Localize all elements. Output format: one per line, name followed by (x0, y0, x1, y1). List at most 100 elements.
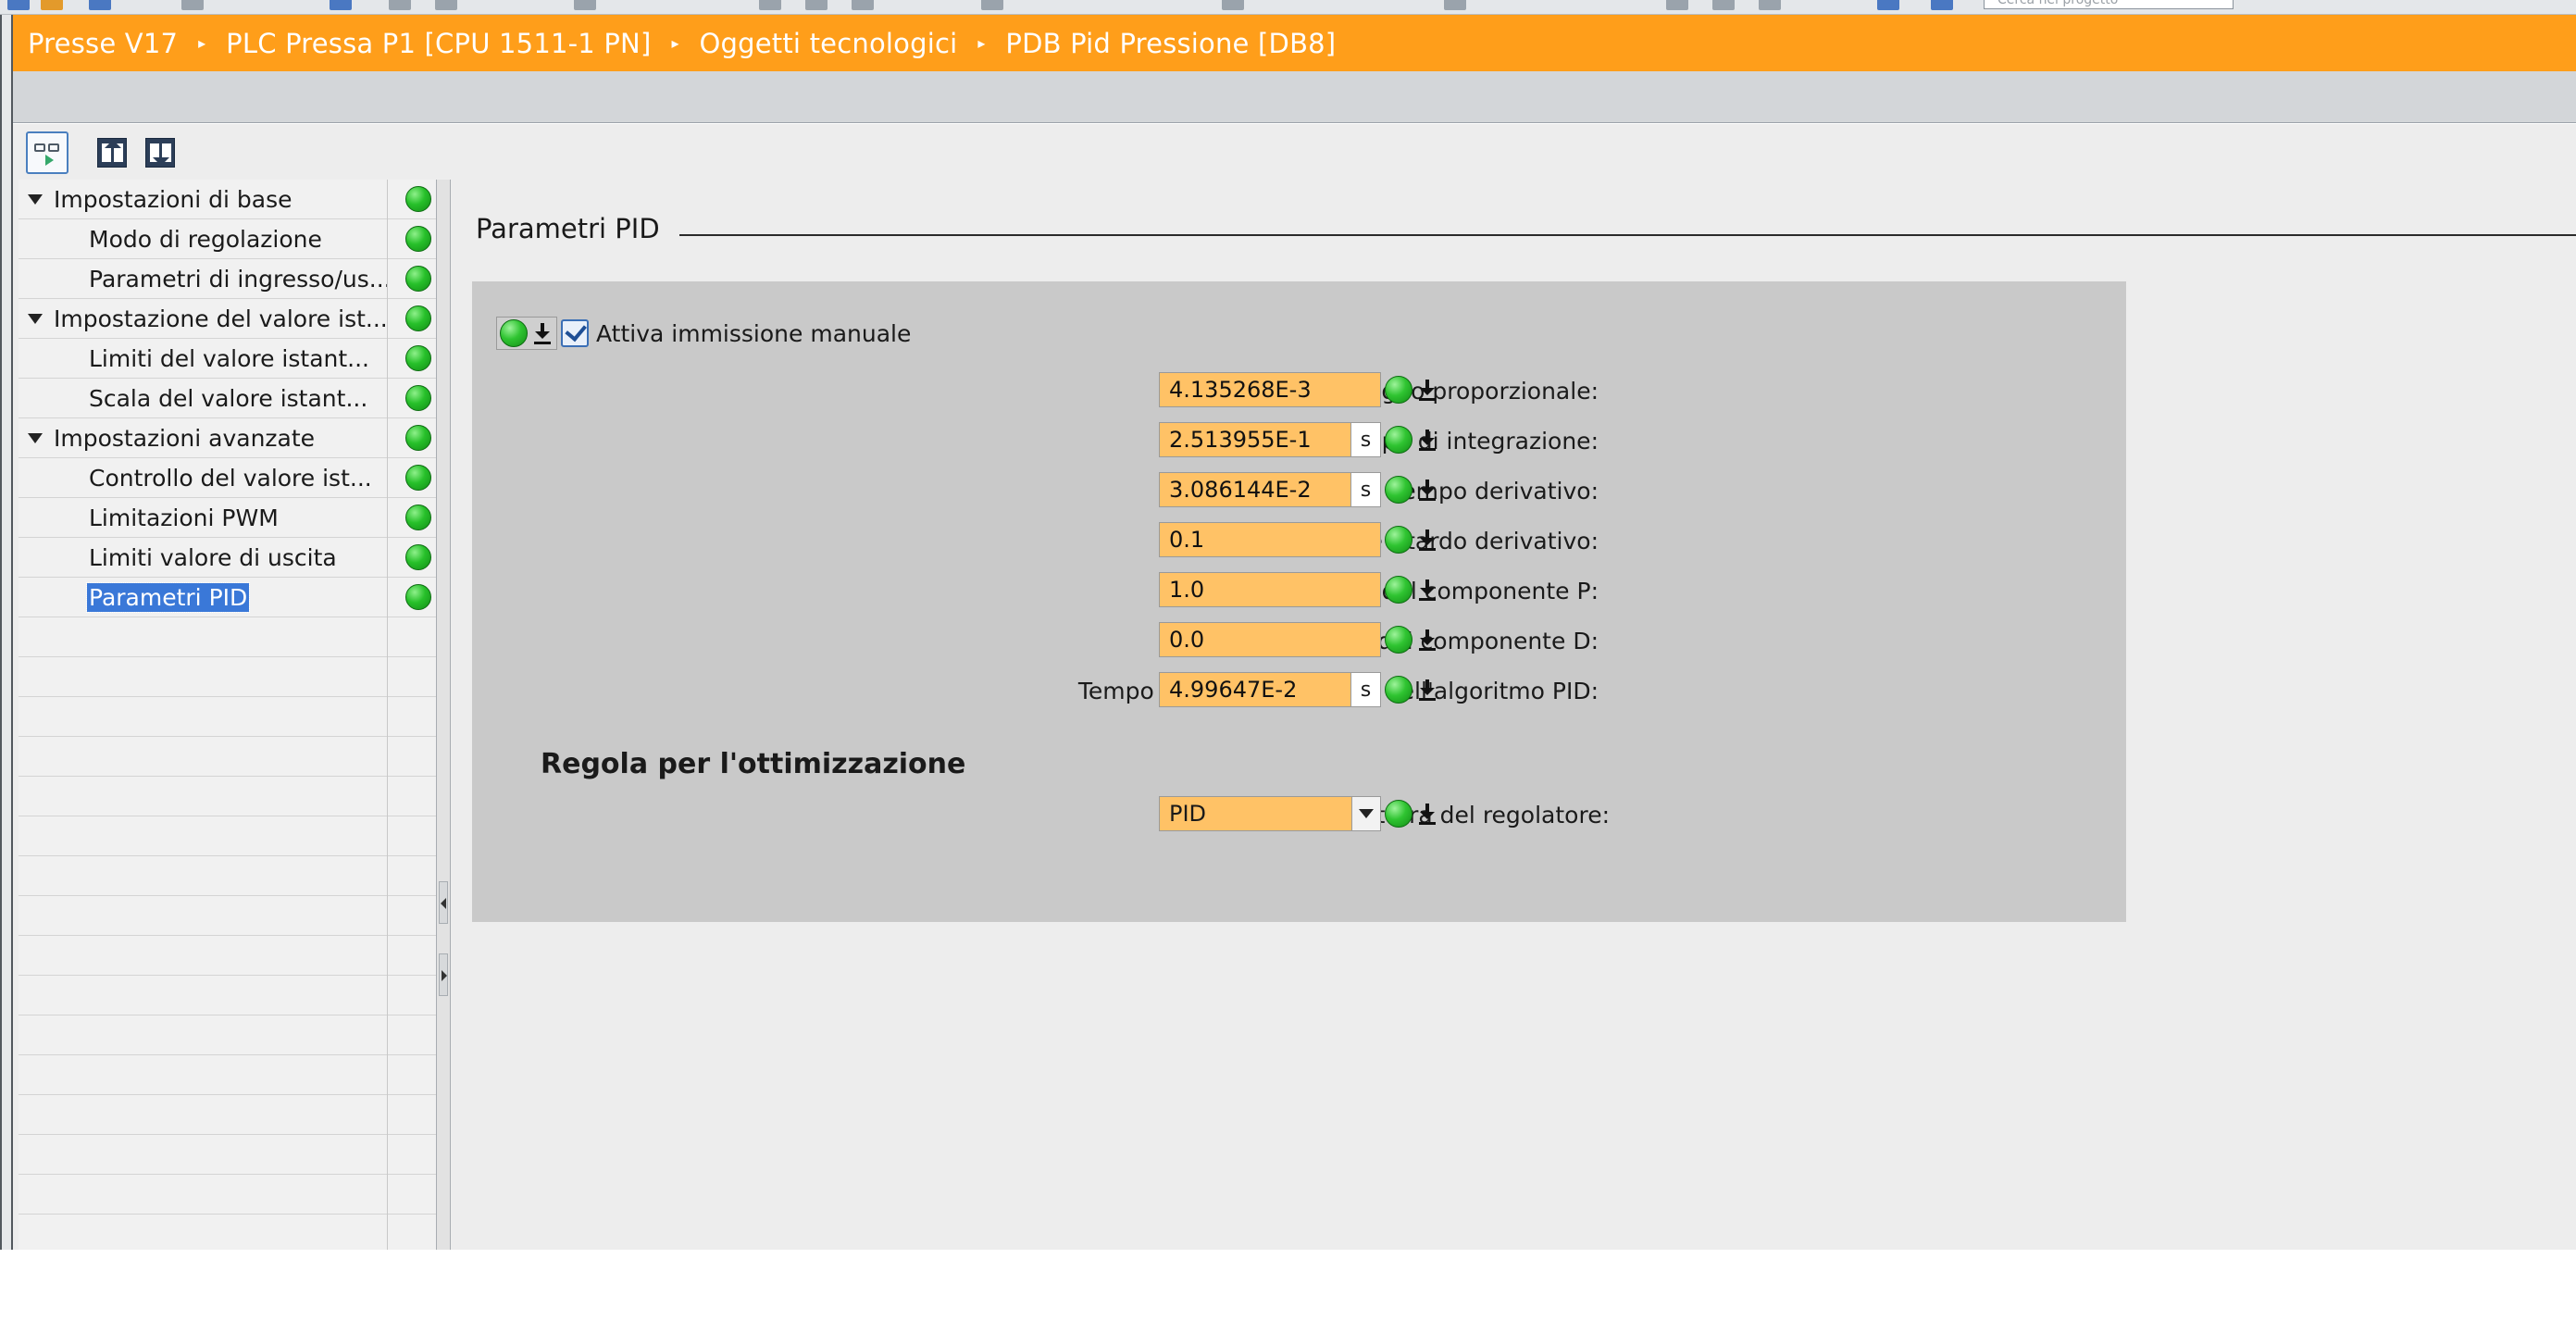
chevron-right-icon (442, 970, 447, 981)
breadcrumb-project[interactable]: Presse V17 (28, 28, 178, 59)
tree-item-label: Modo di regolazione (89, 225, 322, 253)
toolbar-icon[interactable] (7, 0, 30, 10)
toolbar-icon[interactable] (1931, 0, 1953, 10)
toolbar-icon[interactable] (181, 0, 204, 10)
download-arrow-icon[interactable] (1416, 800, 1438, 828)
status-ok-icon (405, 584, 431, 610)
tree-item-basic-settings[interactable]: Impostazioni di base (19, 180, 387, 218)
toolbar-icon[interactable] (805, 0, 828, 10)
toolbar-icon[interactable] (1666, 0, 1688, 10)
upload-snapshot-button[interactable] (91, 131, 133, 174)
search-placeholder: Cerca nel progetto (1997, 0, 2119, 7)
download-icon (145, 138, 175, 168)
breadcrumb-plc[interactable]: PLC Pressa P1 [CPU 1511-1 PN] (226, 28, 651, 59)
tree-item-advanced-settings[interactable]: Impostazioni avanzate (19, 418, 387, 457)
param-status-group (1385, 476, 1438, 504)
integration-time-input[interactable]: 2.513955E-1 (1159, 422, 1351, 457)
navigation-tree: Impostazioni di base Modo di regolazione… (19, 180, 436, 1250)
sampling-time-input[interactable]: 4.99647E-2 (1159, 672, 1351, 707)
tree-item-label: Limiti del valore istant... (89, 344, 370, 372)
param-status-group (1385, 376, 1438, 404)
toolbar-icon[interactable] (435, 0, 457, 10)
download-arrow-icon[interactable] (531, 319, 554, 347)
expand-right-button[interactable] (439, 953, 448, 996)
toolbar-icon[interactable] (1759, 0, 1781, 10)
tree-item-process-value-monitoring[interactable]: Controllo del valore ist... (19, 458, 387, 497)
param-status-group (1385, 800, 1438, 828)
tree-item-pid-parameters[interactable]: Parametri PID (19, 578, 387, 617)
toolbar-icon[interactable] (389, 0, 411, 10)
toolbar-icon[interactable] (1877, 0, 1899, 10)
manual-entry-row: Attiva immissione manuale (554, 319, 911, 347)
breadcrumb-separator-icon: ▸ (671, 34, 679, 52)
toolbar-icon[interactable] (759, 0, 781, 10)
status-ok-icon (405, 266, 431, 292)
functional-view-icon (32, 140, 62, 166)
expand-arrow-icon[interactable] (28, 432, 43, 443)
status-ok-icon (405, 465, 431, 491)
derivative-time-input[interactable]: 3.086144E-2 (1159, 472, 1351, 507)
controller-structure-dropdown-button[interactable] (1351, 796, 1381, 831)
download-arrow-icon[interactable] (1416, 476, 1438, 504)
download-arrow-icon[interactable] (1416, 526, 1438, 554)
tree-item-process-value-scaling[interactable]: Scala del valore istant... (19, 379, 387, 417)
status-ok-icon (1385, 376, 1412, 404)
toolbar-icon[interactable] (1222, 0, 1244, 10)
unit-label: s (1351, 672, 1381, 707)
toolbar-icon[interactable] (852, 0, 874, 10)
status-ok-icon (1385, 676, 1412, 704)
toolbar-icon[interactable] (41, 0, 63, 10)
controller-structure-select[interactable]: PID (1159, 796, 1359, 831)
derivative-delay-coefficient-input[interactable]: 0.1 (1159, 522, 1381, 557)
expand-arrow-icon[interactable] (28, 193, 43, 205)
breadcrumb-separator-icon: ▸ (198, 34, 206, 52)
manual-entry-status-group (496, 317, 557, 350)
toolbar-icon[interactable] (981, 0, 1003, 10)
tree-item-control-mode[interactable]: Modo di regolazione (19, 219, 387, 258)
toolbar-icon[interactable] (1444, 0, 1466, 10)
manual-entry-checkbox[interactable] (561, 319, 589, 347)
tree-item-pwm-limits[interactable]: Limitazioni PWM (19, 498, 387, 537)
tree-item-label: Limitazioni PWM (89, 504, 279, 531)
toolbar-icon[interactable] (1712, 0, 1735, 10)
section-divider (679, 234, 2576, 236)
status-ok-icon (405, 385, 431, 411)
status-ok-icon (500, 319, 528, 347)
tree-item-process-value-limits[interactable]: Limiti del valore istant... (19, 339, 387, 378)
d-weighting-input[interactable]: 0.0 (1159, 622, 1381, 657)
tree-item-io-parameters[interactable]: Parametri di ingresso/us... (19, 259, 387, 298)
pid-parameters-panel: Attiva immissione manuale Guadagno propo… (472, 281, 2126, 922)
tree-item-label: Parametri di ingresso/us... (89, 265, 387, 293)
download-arrow-icon[interactable] (1416, 626, 1438, 654)
toolbar-icon[interactable] (330, 0, 352, 10)
functional-view-button[interactable] (26, 131, 68, 174)
tree-item-output-value-limits[interactable]: Limiti valore di uscita (19, 538, 387, 577)
download-arrow-icon[interactable] (1416, 426, 1438, 454)
section-title: Parametri PID (476, 213, 678, 244)
main-toolbar: Cerca nel progetto (0, 0, 2576, 15)
status-ok-icon (1385, 476, 1412, 504)
tree-item-process-value-settings[interactable]: Impostazione del valore ist... (19, 299, 387, 338)
tuning-rule-title: Regola per l'ottimizzazione (541, 748, 966, 780)
download-arrow-icon[interactable] (1416, 676, 1438, 704)
tree-item-label: Limiti valore di uscita (89, 543, 337, 571)
breadcrumb-technology-objects[interactable]: Oggetti tecnologici (700, 28, 958, 59)
editor-content: Impostazioni di base Modo di regolazione… (13, 124, 2576, 1250)
toolbar-icon[interactable] (574, 0, 596, 10)
download-arrow-icon[interactable] (1416, 376, 1438, 404)
panel-splitter[interactable] (436, 180, 451, 1250)
download-arrow-icon[interactable] (1416, 576, 1438, 604)
tree-item-label: Impostazione del valore ist... (54, 305, 387, 332)
collapse-left-button[interactable] (439, 881, 448, 924)
tree-item-label: Scala del valore istant... (89, 384, 368, 412)
breadcrumb-separator-icon: ▸ (977, 34, 986, 52)
project-search-input[interactable]: Cerca nel progetto (1984, 0, 2234, 9)
toolbar-icon[interactable] (89, 0, 111, 10)
status-ok-icon (1385, 526, 1412, 554)
manual-entry-label: Attiva immissione manuale (596, 319, 912, 347)
p-weighting-input[interactable]: 1.0 (1159, 572, 1381, 607)
breadcrumb-db[interactable]: PDB Pid Pressione [DB8] (1005, 28, 1336, 59)
expand-arrow-icon[interactable] (28, 313, 43, 324)
download-snapshot-button[interactable] (139, 131, 181, 174)
proportional-gain-input[interactable]: 4.135268E-3 (1159, 372, 1381, 407)
